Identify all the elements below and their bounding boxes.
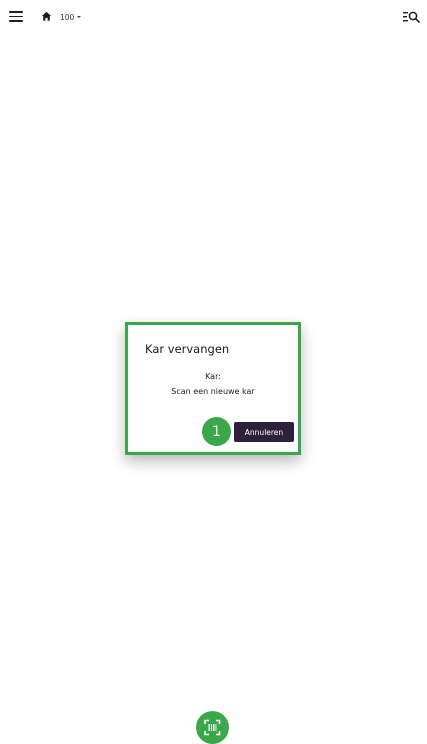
step-number-badge: 1	[202, 417, 231, 446]
list-search-icon[interactable]	[403, 10, 420, 23]
cancel-button[interactable]: Annuleren	[234, 422, 294, 442]
scan-button[interactable]	[196, 711, 229, 744]
scan-instruction: Scan een nieuwe kar	[171, 387, 255, 396]
location-select[interactable]: 100	[60, 10, 82, 24]
caret-down-icon	[77, 16, 82, 18]
top-app-bar: 100	[0, 0, 427, 34]
barcode-scan-icon	[204, 719, 221, 736]
dialog-title: Kar vervangen	[145, 342, 230, 356]
location-value: 100	[60, 12, 75, 22]
cart-label: Kar:	[205, 372, 221, 381]
home-icon[interactable]	[41, 11, 52, 22]
menu-icon[interactable]	[9, 11, 23, 22]
